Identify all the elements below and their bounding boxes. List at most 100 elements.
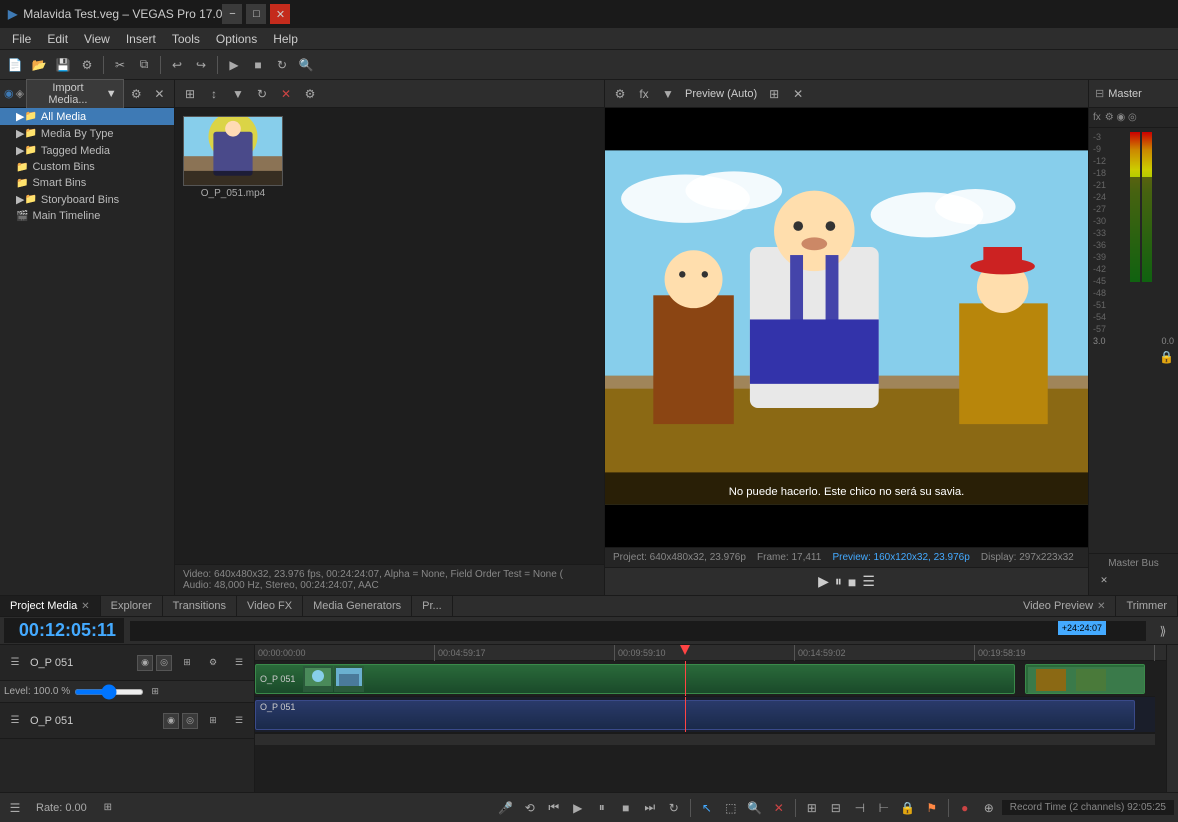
tab-pr[interactable]: Pr...: [412, 596, 453, 616]
filter-button[interactable]: ▼: [227, 83, 249, 105]
tab-media-generators[interactable]: Media Generators: [303, 596, 412, 616]
open-button[interactable]: 📂: [28, 54, 50, 76]
mixer-close[interactable]: ✕: [1093, 569, 1115, 591]
transport-pause[interactable]: ⏸: [835, 573, 842, 590]
tree-item-smart-bins[interactable]: 📁 Smart Bins: [0, 175, 174, 191]
menu-help[interactable]: Help: [265, 30, 306, 48]
video-clip-main[interactable]: O_P 051: [255, 664, 1015, 694]
menu-edit[interactable]: Edit: [39, 30, 76, 48]
track-fx2[interactable]: ⊞: [202, 710, 224, 732]
tree-item-tagged-media[interactable]: ▶ 📁 Tagged Media: [0, 142, 174, 159]
menu-tools[interactable]: Tools: [164, 30, 208, 48]
preview-grid[interactable]: ⊞: [763, 83, 785, 105]
transport-play[interactable]: ▶: [818, 573, 829, 590]
play-button[interactable]: ▶: [223, 54, 245, 76]
cursor-tool[interactable]: ↖: [696, 797, 718, 819]
level-slider-1[interactable]: [74, 689, 144, 695]
stop-btn[interactable]: ■: [615, 797, 637, 819]
track-settings[interactable]: ⚙: [202, 652, 224, 674]
copy-button[interactable]: ⧉: [133, 54, 155, 76]
rewind-button[interactable]: ⟲: [519, 797, 541, 819]
transport-menu[interactable]: ☰: [862, 573, 875, 590]
preview-settings[interactable]: ⚙: [609, 83, 631, 105]
rate-set[interactable]: ⊞: [97, 797, 119, 819]
save-button[interactable]: 💾: [52, 54, 74, 76]
maximize-button[interactable]: □: [246, 4, 266, 24]
toolbar-settings[interactable]: ⚙: [126, 83, 147, 105]
zoom-in[interactable]: 🔍: [744, 797, 766, 819]
view-toggle[interactable]: ⊞: [179, 83, 201, 105]
tab-video-fx[interactable]: Video FX: [237, 596, 303, 616]
cut-tool[interactable]: ✕: [768, 797, 790, 819]
settings-button[interactable]: ⚙: [76, 54, 98, 76]
track-more2[interactable]: ☰: [228, 710, 250, 732]
loop-btn[interactable]: ↻: [663, 797, 685, 819]
import-media-button[interactable]: Import Media... ▼: [26, 79, 124, 109]
track-mute2[interactable]: ◉: [163, 713, 179, 729]
tree-item-all-media[interactable]: ▶ 📁 All Media: [0, 108, 174, 125]
close-button[interactable]: ✕: [270, 4, 290, 24]
undo-button[interactable]: ↩: [166, 54, 188, 76]
track-expand3[interactable]: ☰: [4, 710, 26, 732]
mark-out[interactable]: ⊢: [873, 797, 895, 819]
preview-fx[interactable]: fx: [633, 83, 655, 105]
tab-close2-icon[interactable]: ✕: [1097, 601, 1105, 612]
cut-button[interactable]: ✂: [109, 54, 131, 76]
track-expand2[interactable]: ⊞: [148, 681, 162, 703]
menu-file[interactable]: File: [4, 30, 39, 48]
timeline-scroll-end[interactable]: ⟫: [1152, 620, 1174, 642]
tree-item-custom-bins[interactable]: 📁 Custom Bins: [0, 159, 174, 175]
minimize-button[interactable]: −: [222, 4, 242, 24]
snap-btn[interactable]: ⊞: [801, 797, 823, 819]
thumb-item[interactable]: O_P_051.mp4: [183, 116, 283, 556]
menu-options[interactable]: Options: [208, 30, 265, 48]
tree-item-media-by-type[interactable]: ▶ 📁 Media By Type: [0, 125, 174, 142]
tab-transitions[interactable]: Transitions: [163, 596, 237, 616]
track-more[interactable]: ☰: [228, 652, 250, 674]
timeline-scrollbar-h[interactable]: [255, 733, 1155, 745]
menu-insert[interactable]: Insert: [118, 30, 164, 48]
track-expand[interactable]: ☰: [4, 652, 26, 674]
tree-item-storyboard-bins[interactable]: ▶ 📁 Storyboard Bins: [0, 191, 174, 208]
tab-video-preview[interactable]: Video Preview ✕: [1013, 596, 1117, 616]
sort-button[interactable]: ↕: [203, 83, 225, 105]
track-mute[interactable]: ◉: [137, 655, 153, 671]
transport-stop[interactable]: ■: [848, 574, 856, 590]
go-start[interactable]: ⏮: [543, 797, 565, 819]
go-end[interactable]: ⏭: [639, 797, 661, 819]
tab-close-icon[interactable]: ✕: [81, 601, 89, 612]
tab-trimmer[interactable]: Trimmer: [1116, 596, 1178, 616]
play-btn[interactable]: ▶: [567, 797, 589, 819]
loop-button[interactable]: ↻: [271, 54, 293, 76]
tab-project-media[interactable]: Project Media ✕: [0, 596, 101, 616]
tree-item-main-timeline[interactable]: 🎬 Main Timeline: [0, 208, 174, 224]
lock-btn[interactable]: 🔒: [897, 797, 919, 819]
track-solo2[interactable]: ◎: [182, 713, 198, 729]
toolbar-close[interactable]: ✕: [149, 83, 170, 105]
video-clip-end[interactable]: [1025, 664, 1145, 694]
redo-button[interactable]: ↪: [190, 54, 212, 76]
timeline-scrollbar-v[interactable]: [1166, 645, 1178, 792]
menu-view[interactable]: View: [76, 30, 118, 48]
select-tool[interactable]: ⬚: [720, 797, 742, 819]
track-list-toggle[interactable]: ☰: [4, 797, 26, 819]
track-fx[interactable]: ⊞: [176, 652, 198, 674]
mic-button[interactable]: 🎤: [495, 797, 517, 819]
refresh-button[interactable]: ↻: [251, 83, 273, 105]
pause-btn[interactable]: ⏸: [591, 797, 613, 819]
tab-explorer[interactable]: Explorer: [101, 596, 163, 616]
stop-button[interactable]: ■: [247, 54, 269, 76]
more-btn[interactable]: ⊕: [978, 797, 1000, 819]
settings2-btn[interactable]: ⚙: [299, 83, 321, 105]
audio-clip-main[interactable]: O_P 051: [255, 700, 1135, 730]
flag-btn[interactable]: ⚑: [921, 797, 943, 819]
record-btn[interactable]: ●: [954, 797, 976, 819]
preview-close2[interactable]: ✕: [787, 83, 809, 105]
mark-in[interactable]: ⊣: [849, 797, 871, 819]
new-button[interactable]: 📄: [4, 54, 26, 76]
close-btn[interactable]: ✕: [275, 83, 297, 105]
zoom-button[interactable]: 🔍: [295, 54, 317, 76]
grid-btn[interactable]: ⊟: [825, 797, 847, 819]
track-solo[interactable]: ◎: [156, 655, 172, 671]
preview-dropdown[interactable]: ▼: [657, 83, 679, 105]
